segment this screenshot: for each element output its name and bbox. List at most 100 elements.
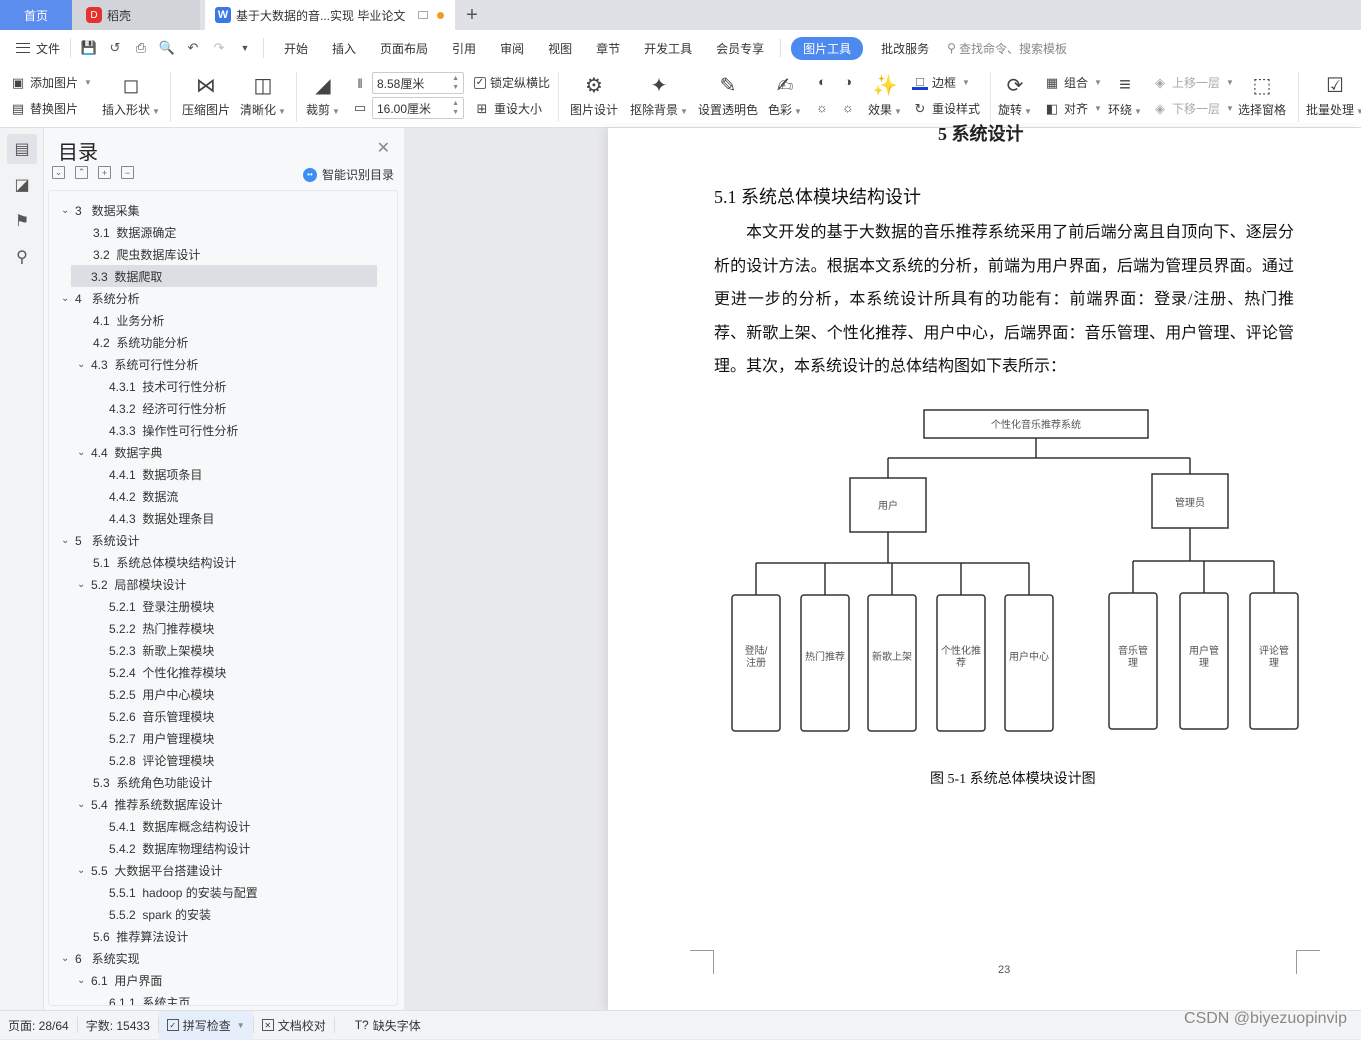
lock-aspect-checkbox[interactable]: ✓ 锁定纵横比 — [474, 74, 550, 91]
toc-item[interactable]: 4.4.3 数据处理条目 — [109, 507, 214, 529]
toc-item[interactable]: 4.4.1 数据项条目 — [109, 463, 202, 485]
toc-item[interactable]: 6.1.1 系统主页 — [109, 991, 190, 1006]
toc-item[interactable]: ⌄ 5.2 局部模块设计 — [77, 573, 186, 595]
wrap-text-button[interactable]: ≡ 环绕 ▼ — [1108, 72, 1142, 118]
toc-item[interactable]: 5.4.2 数据库物理结构设计 — [109, 837, 250, 859]
print-preview-icon[interactable]: 🔍 — [159, 40, 175, 56]
send-backward-button[interactable]: ◈ 下移一层 ▼ — [1152, 100, 1234, 117]
body-paragraph[interactable]: 本文开发的基于大数据的音乐推荐系统采用了前后端分离且自顶向下、逐层分析的设计方法… — [714, 216, 1294, 384]
menu-tab-view[interactable]: 视图 — [536, 40, 584, 57]
batch-process-button[interactable]: ☑ 批量处理 ▼ — [1306, 72, 1361, 118]
smart-toc-button[interactable]: •• 智能识别目录 — [302, 166, 394, 183]
close-icon[interactable]: ✕ — [377, 138, 390, 158]
menu-tab-layout[interactable]: 页面布局 — [368, 40, 440, 57]
add-picture-button[interactable]: ▣ 添加图片 ▼ — [10, 74, 92, 91]
tab-daoke[interactable]: D 稻壳 — [72, 0, 200, 30]
toc-item[interactable]: 5.3 系统角色功能设计 — [93, 771, 212, 793]
toc-item[interactable]: 4.1 业务分析 — [93, 309, 164, 331]
spinner-arrows-icon[interactable]: ▲ ▼ — [452, 99, 459, 117]
menu-tab-chapter[interactable]: 章节 — [584, 40, 632, 57]
chevron-down-icon[interactable]: ⌄ — [77, 975, 91, 986]
toc-item[interactable]: ⌄ 5.4 推荐系统数据库设计 — [77, 793, 222, 815]
replace-picture-button[interactable]: ▤ 替换图片 — [10, 100, 78, 117]
chevron-down-icon[interactable]: ⌄ — [77, 359, 91, 370]
picture-height-input[interactable]: 8.58厘米 ▲ ▼ — [372, 72, 464, 94]
toc-item[interactable]: 3.3 数据爬取 — [71, 265, 377, 287]
toc-panel-icon[interactable]: ▤ — [7, 134, 37, 164]
toc-item[interactable]: ⌄ 6 系统实现 — [61, 947, 140, 969]
toc-item[interactable]: ⌄ 3 数据采集 — [61, 199, 140, 221]
toc-item[interactable]: 5.4.1 数据库概念结构设计 — [109, 815, 250, 837]
chevron-down-icon[interactable]: ⌄ — [61, 293, 75, 304]
chapter-nav-icon[interactable]: ◪ — [7, 170, 37, 200]
redo-icon[interactable]: ↷ — [211, 40, 227, 56]
toc-item[interactable]: ⌄ 5 系统设计 — [61, 529, 140, 551]
crop-button[interactable]: ◢ 裁剪 ▼ — [306, 72, 340, 118]
reset-style-button[interactable]: ↻ 重设样式 — [912, 100, 980, 117]
toc-item[interactable]: 4.4.2 数据流 — [109, 485, 178, 507]
toc-item[interactable]: 5.5.1 hadoop 的安装与配置 — [109, 881, 258, 903]
command-search[interactable]: ⚲ 查找命令、搜索模板 — [947, 40, 1067, 57]
menu-tab-insert[interactable]: 插入 — [320, 40, 368, 57]
spinner-arrows-icon[interactable]: ▲ ▼ — [452, 74, 459, 92]
compress-picture-button[interactable]: ⋈ 压缩图片 — [182, 72, 230, 118]
new-tab-button[interactable]: + — [460, 0, 484, 30]
add-level-icon[interactable]: + — [98, 166, 111, 179]
find-icon[interactable]: ⚲ — [7, 242, 37, 272]
picture-design-button[interactable]: ⚙ 图片设计 — [570, 72, 618, 118]
section-heading[interactable]: 5.1 系统总体模块结构设计 — [714, 183, 921, 209]
menu-tab-home[interactable]: 开始 — [272, 40, 320, 57]
picture-width-input[interactable]: 16.00厘米 ▲ ▼ — [372, 97, 464, 119]
expand-down-icon[interactable]: ⌄ — [52, 166, 65, 179]
toc-item[interactable]: 4.3.1 技术可行性分析 — [109, 375, 226, 397]
group-button[interactable]: ▦ 组合 ▼ — [1044, 74, 1102, 91]
toc-item[interactable]: 5.2.3 新歌上架模块 — [109, 639, 214, 661]
toc-item[interactable]: 5.6 推荐算法设计 — [93, 925, 188, 947]
toc-item[interactable]: 4.3.3 操作性可行性分析 — [109, 419, 238, 441]
toc-item[interactable]: 5.2.2 热门推荐模块 — [109, 617, 214, 639]
toc-item[interactable]: 5.2.6 音乐管理模块 — [109, 705, 214, 727]
set-transparent-button[interactable]: ✎ 设置透明色 — [698, 72, 758, 118]
toc-item[interactable]: 5.1 系统总体模块结构设计 — [93, 551, 236, 573]
monitor-icon[interactable] — [418, 11, 429, 19]
menu-tab-developer[interactable]: 开发工具 — [632, 40, 704, 57]
toc-item[interactable]: ⌄ 4.3 系统可行性分析 — [77, 353, 198, 375]
chevron-down-icon[interactable]: ⌄ — [61, 953, 75, 964]
toc-item[interactable]: 4.3.2 经济可行性分析 — [109, 397, 226, 419]
menu-tab-member[interactable]: 会员专享 — [704, 40, 776, 57]
toc-item[interactable]: ⌄ 5.5 大数据平台搭建设计 — [77, 859, 222, 881]
menu-tab-references[interactable]: 引用 — [440, 40, 488, 57]
missing-font-button[interactable]: T? 缺失字体 — [347, 1011, 429, 1040]
toc-item[interactable]: ⌄ 4 系统分析 — [61, 287, 140, 309]
toc-item[interactable]: 5.2.1 登录注册模块 — [109, 595, 214, 617]
border-button[interactable]: □ 边框 ▼ — [912, 74, 970, 91]
save-icon[interactable]: 💾 — [81, 40, 97, 56]
chevron-down-icon[interactable]: ⌄ — [61, 205, 75, 216]
menu-tab-correction[interactable]: 批改服务 — [869, 40, 941, 57]
remove-background-button[interactable]: ✦ 抠除背景 ▼ — [630, 72, 688, 118]
toc-item[interactable]: 3.2 爬虫数据库设计 — [93, 243, 200, 265]
bring-forward-button[interactable]: ◈ 上移一层 ▼ — [1152, 74, 1234, 91]
menu-tab-review[interactable]: 审阅 — [488, 40, 536, 57]
toc-item[interactable]: ⌄ 6.1 用户界面 — [77, 969, 162, 991]
sharpen-button[interactable]: ◫ 清晰化 ▼ — [240, 72, 286, 118]
undo-icon[interactable]: ↶ — [185, 40, 201, 56]
remove-level-icon[interactable]: − — [121, 166, 134, 179]
tab-home[interactable]: 首页 — [0, 0, 72, 30]
rotate-button[interactable]: ⟳ 旋转 ▼ — [998, 72, 1032, 118]
chevron-down-icon[interactable]: ⌄ — [77, 579, 91, 590]
page-count[interactable]: 页面: 28/64 — [0, 1011, 77, 1040]
bookmark-icon[interactable]: ⚑ — [7, 206, 37, 236]
effects-button[interactable]: ✨ 效果 ▼ — [868, 72, 902, 118]
export-pdf-icon[interactable]: ↺ — [107, 40, 123, 56]
color-button[interactable]: ✍ 色彩 ▼ — [768, 72, 802, 118]
toc-item[interactable]: 4.2 系统功能分析 — [93, 331, 188, 353]
toc-item[interactable]: 5.2.8 评论管理模块 — [109, 749, 214, 771]
module-structure-diagram[interactable]: 个性化音乐推荐系统用户 管理员登陆/注册热门推荐 新歌上架个性化推荐用户中心音乐管理… — [718, 398, 1318, 738]
toc-item[interactable]: 5.2.5 用户中心模块 — [109, 683, 214, 705]
insert-shape-button[interactable]: ◻ 插入形状 ▼ — [102, 72, 160, 118]
chevron-down-icon[interactable]: ⌄ — [61, 535, 75, 546]
decrease-contrast-icon[interactable]: ◑ — [840, 73, 856, 89]
selection-pane-button[interactable]: ⬚ 选择窗格 — [1238, 72, 1286, 118]
align-button[interactable]: ◧ 对齐 ▼ — [1044, 100, 1102, 117]
